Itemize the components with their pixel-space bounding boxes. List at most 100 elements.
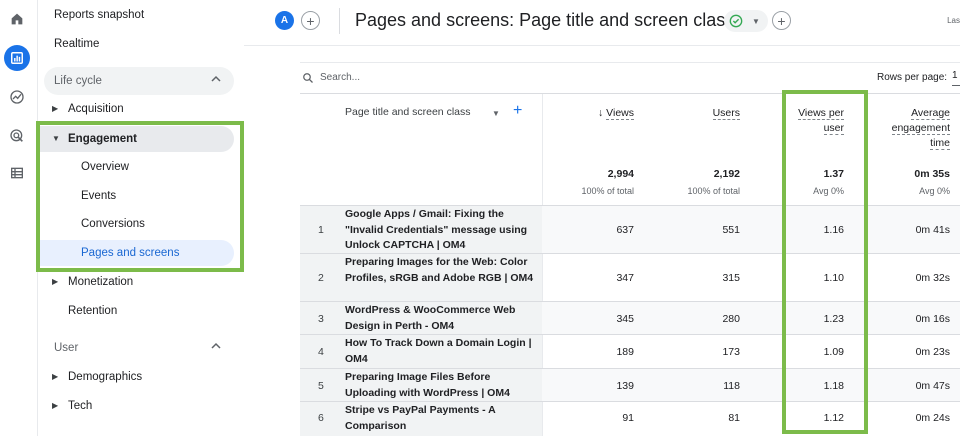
nav-label: Events — [81, 190, 117, 202]
nav-demographics[interactable]: ▶ Demographics — [52, 366, 142, 388]
reports-icon[interactable] — [4, 45, 30, 71]
cell-views: 347 — [616, 272, 634, 284]
col-header-avg-engagement[interactable]: Average engagement time — [874, 106, 950, 151]
dimension-dropdown-icon[interactable]: ▼ — [492, 109, 500, 118]
nav-conversions[interactable]: Conversions — [81, 213, 145, 235]
row-page-title[interactable]: WordPress & WooCommerce Web Design in Pe… — [345, 303, 535, 334]
section-user[interactable]: User — [44, 334, 234, 362]
add-dimension-icon[interactable]: + — [513, 102, 522, 120]
table-row[interactable]: 6 Stripe vs PayPal Payments - A Comparis… — [300, 401, 960, 436]
cell-views: 189 — [616, 346, 634, 358]
table-row[interactable]: 2 Preparing Images for the Web: Color Pr… — [300, 253, 960, 302]
cell-views: 345 — [616, 313, 634, 325]
cell-users: 118 — [723, 380, 740, 392]
caret-right-icon: ▶ — [52, 277, 59, 286]
nav-monetization[interactable]: ▶ Monetization — [52, 271, 134, 293]
col-header-users[interactable]: Users — [664, 106, 740, 121]
report-nav-sidebar: Reports snapshot Realtime Life cycle ▶ Ac… — [38, 0, 244, 436]
sort-arrow-icon: ↓ — [598, 107, 604, 119]
add-comparison-icon[interactable]: + — [301, 11, 320, 30]
cell-views-per-user: 1.23 — [823, 313, 844, 325]
nav-reports-snapshot[interactable]: Reports snapshot — [54, 4, 144, 26]
nav-overview[interactable]: Overview — [81, 156, 129, 178]
total-views-per-user: 1.37 — [823, 168, 844, 180]
cell-views-per-user: 1.10 — [823, 272, 844, 284]
date-range-label[interactable]: Las — [947, 16, 960, 25]
icon-rail — [0, 0, 38, 436]
cell-avg-engagement: 0m 32s — [915, 272, 950, 284]
check-circle-icon — [729, 14, 743, 28]
cell-users: 81 — [728, 412, 740, 424]
col-header-label: Users — [712, 107, 740, 120]
row-number: 5 — [318, 380, 324, 392]
cell-users: 315 — [722, 272, 740, 284]
caret-down-icon: ▼ — [752, 16, 760, 26]
advertising-icon[interactable] — [4, 123, 30, 149]
cell-avg-engagement: 0m 16s — [915, 313, 950, 325]
caret-down-icon: ▼ — [52, 134, 60, 143]
table-row[interactable]: 5 Preparing Image Files Before Uploading… — [300, 368, 960, 402]
table-row[interactable]: 4 How To Track Down a Domain Login | OM4… — [300, 334, 960, 369]
row-number: 6 — [318, 412, 324, 424]
row-number: 4 — [318, 346, 324, 358]
caret-right-icon: ▶ — [52, 372, 59, 381]
nav-tech[interactable]: ▶ Tech — [52, 395, 93, 417]
nav-acquisition[interactable]: ▶ Acquisition — [52, 98, 124, 120]
row-page-title[interactable]: Stripe vs PayPal Payments - A Comparison — [345, 403, 535, 434]
cell-avg-engagement: 0m 47s — [915, 380, 950, 392]
table-row[interactable]: 1 Google Apps / Gmail: Fixing the "Inval… — [300, 205, 960, 254]
status-dropdown[interactable]: ▼ — [724, 10, 768, 32]
cell-views-per-user: 1.18 — [823, 380, 844, 392]
nav-label: Monetization — [68, 276, 134, 288]
configure-list-icon[interactable] — [4, 160, 30, 186]
nav-engagement[interactable]: ▼ Engagement — [52, 128, 138, 150]
cell-avg-engagement: 0m 23s — [915, 346, 950, 358]
nav-label: Acquisition — [68, 103, 124, 115]
dimension-header[interactable]: Page title and screen class — [345, 106, 471, 118]
row-page-title[interactable]: Preparing Image Files Before Uploading w… — [345, 370, 535, 401]
nav-label: Tech — [68, 400, 93, 412]
nav-label: Retention — [68, 305, 118, 317]
row-number: 1 — [318, 224, 324, 236]
row-number: 2 — [318, 272, 324, 284]
nav-retention[interactable]: Retention — [68, 300, 117, 322]
nav-events[interactable]: Events — [81, 185, 116, 207]
report-table: Search... Rows per page: 1 Page title an… — [300, 62, 960, 436]
home-icon[interactable] — [4, 6, 30, 32]
section-label: User — [54, 342, 79, 354]
total-views-sub: 100% of total — [581, 186, 634, 196]
search-input[interactable]: Search... — [320, 72, 360, 83]
nav-realtime[interactable]: Realtime — [54, 33, 99, 55]
explore-icon[interactable] — [4, 84, 30, 110]
row-number: 3 — [318, 313, 324, 325]
row-page-title[interactable]: How To Track Down a Domain Login | OM4 — [345, 336, 535, 367]
nav-label: Reports snapshot — [54, 9, 145, 21]
cell-views: 91 — [622, 412, 634, 424]
section-lifecycle[interactable]: Life cycle — [44, 67, 234, 95]
cell-views-per-user: 1.16 — [823, 224, 844, 236]
table-toolbar: Search... Rows per page: 1 — [300, 62, 960, 94]
cell-users: 551 — [722, 224, 740, 236]
chevron-up-icon — [211, 75, 221, 82]
add-filter-icon[interactable]: + — [772, 11, 791, 30]
comparison-avatar[interactable]: A — [275, 11, 294, 30]
nav-label: Overview — [81, 161, 129, 173]
col-header-views-per-user[interactable]: Views per user — [770, 106, 844, 136]
row-page-title[interactable]: Preparing Images for the Web: Color Prof… — [345, 255, 535, 286]
row-page-title[interactable]: Google Apps / Gmail: Fixing the "Invalid… — [345, 207, 535, 254]
nav-label: Engagement — [68, 133, 138, 145]
col-header-views[interactable]: ↓ Views — [562, 106, 634, 121]
search-icon — [303, 73, 313, 83]
col-header-label: user — [823, 122, 844, 135]
col-header-label: engagement — [891, 122, 950, 135]
total-users-sub: 100% of total — [687, 186, 740, 196]
table-row[interactable]: 3 WordPress & WooCommerce Web Design in … — [300, 301, 960, 335]
col-header-label: time — [930, 137, 950, 150]
report-header: A + Pages and screens: Page title and sc… — [244, 0, 960, 46]
col-header-label: Views per — [798, 107, 844, 120]
nav-pages-and-screens[interactable]: Pages and screens — [81, 242, 179, 264]
page-title: Pages and screens: Page title and screen… — [355, 10, 735, 30]
caret-right-icon: ▶ — [52, 401, 59, 410]
divider — [339, 8, 340, 34]
rows-per-page-select[interactable]: 1 — [952, 70, 960, 86]
